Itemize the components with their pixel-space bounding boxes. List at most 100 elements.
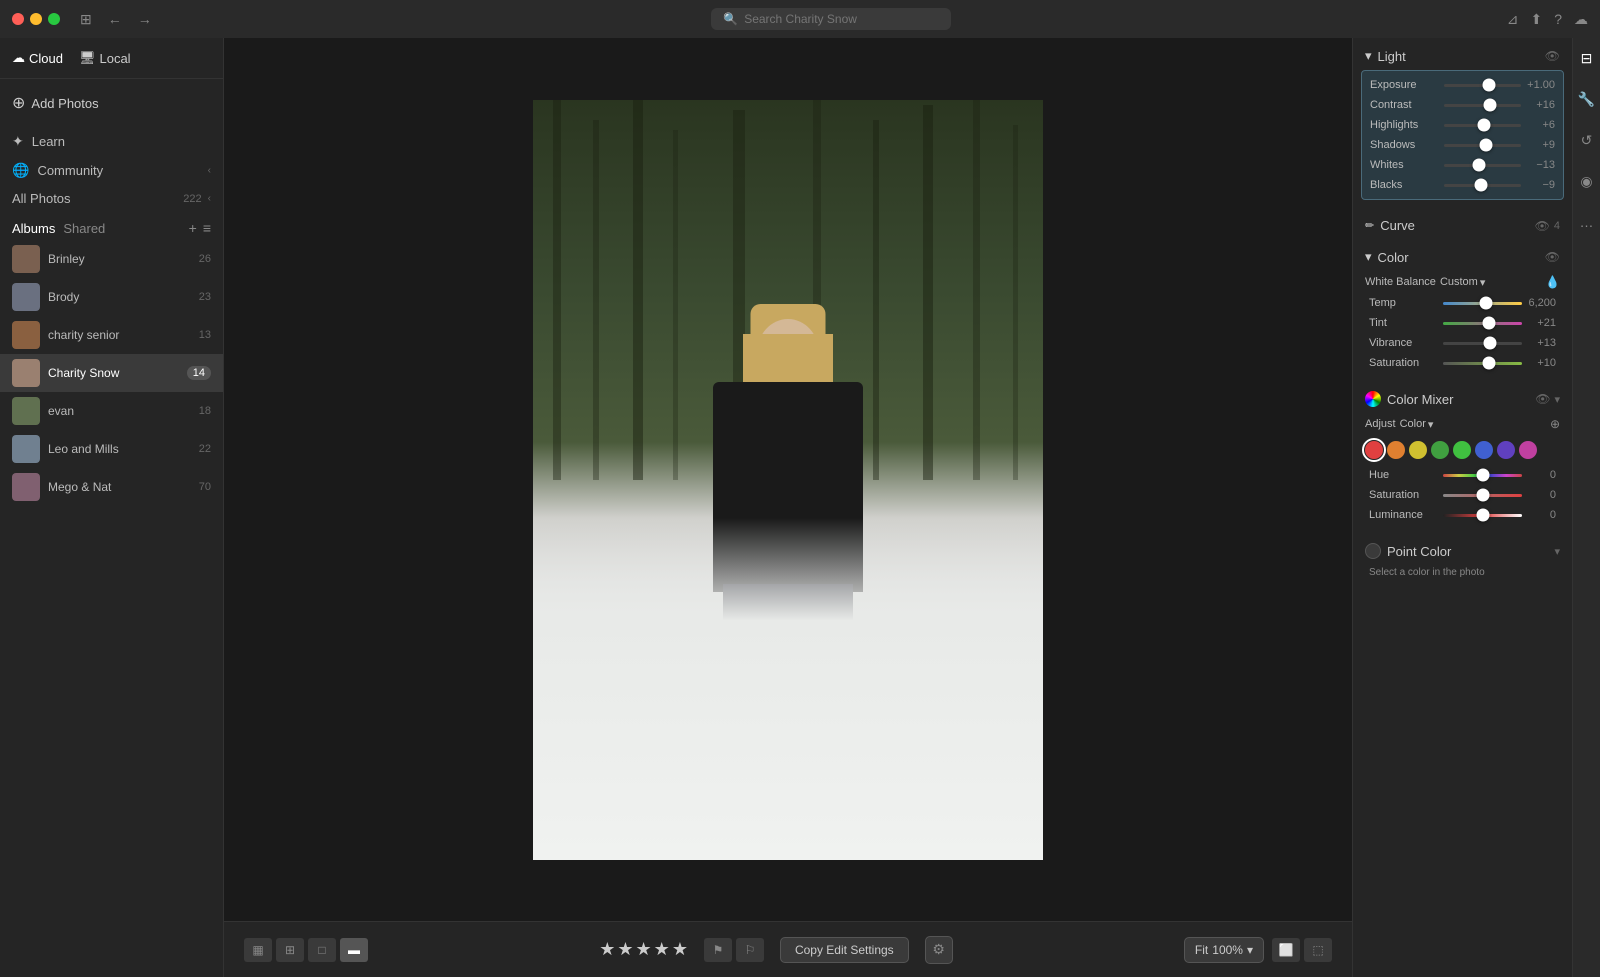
color-visibility-icon[interactable]: 👁 [1545,250,1560,264]
sidebar-toggle[interactable]: ⊞ [76,9,96,30]
temp-thumb[interactable] [1480,297,1493,310]
color-mixer-expand-icon[interactable]: ▾ [1554,393,1560,406]
back-button[interactable]: ← [104,9,126,30]
sidebar-item-community[interactable]: 🌐 Community ‹ [0,156,223,185]
sidebar-tab-cloud[interactable]: ☁ Cloud [12,46,63,70]
whites-slider[interactable] [1444,164,1521,167]
settings-button[interactable]: ⚙ [925,936,953,964]
vibrance-slider[interactable] [1443,342,1522,345]
forward-button[interactable]: → [134,9,156,30]
blacks-slider[interactable] [1444,184,1521,187]
panel-icon-info[interactable]: ◉ [1576,169,1596,194]
copy-edit-button[interactable]: Copy Edit Settings [780,937,909,963]
tint-slider[interactable] [1443,322,1522,325]
shadows-thumb[interactable] [1480,139,1493,152]
adjust-value-dropdown[interactable]: Color ▾ [1400,418,1434,431]
color-dot-orange[interactable] [1387,441,1405,459]
help-icon[interactable]: ? [1554,11,1562,27]
album-item-mego-nat[interactable]: Mego & Nat 70 [0,468,223,506]
blacks-thumb[interactable] [1474,179,1487,192]
vibrance-thumb[interactable] [1484,337,1497,350]
view-grid-small[interactable]: ▦ [244,938,272,962]
panel-icon-sliders[interactable]: ⊟ [1577,46,1597,71]
hue-slider[interactable] [1443,474,1522,477]
photo-viewer[interactable] [224,38,1352,921]
star-5[interactable]: ★ [672,939,688,960]
flag-button[interactable]: ⚑ [704,938,732,962]
luminance-thumb[interactable] [1476,509,1489,522]
all-photos-row[interactable]: All Photos 222 ‹ [0,185,223,212]
add-photos-button[interactable]: ⊕ Add Photos [12,87,211,119]
search-input[interactable] [744,12,924,26]
hue-thumb[interactable] [1476,469,1489,482]
star-rating[interactable]: ★ ★ ★ ★ ★ [599,939,688,960]
view-grid-medium[interactable]: ⊞ [276,938,304,962]
color-mixer-target-icon[interactable]: ⊕ [1550,417,1560,431]
album-item-evan[interactable]: evan 18 [0,392,223,430]
color-dot-yellow[interactable] [1409,441,1427,459]
light-label: Light [1378,49,1406,64]
sidebar-item-learn[interactable]: ✦ Learn [0,127,223,156]
color-dot-blue[interactable] [1475,441,1493,459]
view-single[interactable]: ▬ [340,938,368,962]
white-balance-row: White Balance Custom ▾ 💧 [1361,271,1564,293]
cloud-icon[interactable]: ☁ [1574,11,1588,28]
luminance-slider[interactable] [1443,514,1522,517]
export-button-1[interactable]: ⬜ [1272,938,1300,962]
star-2[interactable]: ★ [617,939,633,960]
shadows-slider[interactable] [1444,144,1521,147]
color-dot-green-dark[interactable] [1431,441,1449,459]
panel-icon-more[interactable]: … [1576,210,1598,234]
close-button[interactable] [12,13,24,25]
curve-visibility-icon[interactable]: 👁 [1535,219,1550,233]
fit-button[interactable]: Fit 100% ▾ [1184,937,1264,963]
wb-value[interactable]: Custom ▾ [1440,276,1541,289]
sidebar-tab-local[interactable]: 🖥 Local [79,46,131,70]
exposure-slider[interactable] [1444,84,1521,87]
star-4[interactable]: ★ [654,939,670,960]
share-icon[interactable]: ⬆ [1530,11,1542,28]
color-mixer-visibility-icon[interactable]: 👁 [1535,392,1550,406]
contrast-slider[interactable] [1444,104,1521,107]
highlights-thumb[interactable] [1478,119,1491,132]
temp-slider[interactable] [1443,302,1522,305]
minimize-button[interactable] [30,13,42,25]
saturation-slider[interactable] [1443,362,1522,365]
color-dot-red[interactable] [1365,441,1383,459]
albums-tab[interactable]: Albums [12,221,55,236]
exposure-thumb[interactable] [1482,79,1495,92]
album-item-leo-mills[interactable]: Leo and Mills 22 [0,430,223,468]
album-item-brinley[interactable]: Brinley 26 [0,240,223,278]
point-color-expand-icon[interactable]: ▾ [1554,545,1560,558]
maximize-button[interactable] [48,13,60,25]
highlights-slider[interactable] [1444,124,1521,127]
panel-icon-history[interactable]: ↺ [1577,128,1597,153]
sort-albums-icon[interactable]: ≡ [203,220,211,236]
mixer-saturation-slider[interactable] [1443,494,1522,497]
filter-icon[interactable]: ⊿ [1507,11,1519,28]
whites-thumb[interactable] [1472,159,1485,172]
album-item-charity-snow[interactable]: Charity Snow 14 [0,354,223,392]
tint-value: +21 [1526,317,1556,329]
color-dot-magenta[interactable] [1519,441,1537,459]
album-item-brody[interactable]: Brody 23 [0,278,223,316]
star-1[interactable]: ★ [599,939,615,960]
panel-icon-presets[interactable]: 🔧 [1574,87,1599,112]
saturation-thumb[interactable] [1482,357,1495,370]
curve-expand-icon[interactable]: 4 [1554,220,1560,232]
add-album-icon[interactable]: + [189,220,197,236]
shared-tab[interactable]: Shared [63,221,105,236]
light-visibility-icon[interactable]: 👁 [1545,49,1560,63]
contrast-thumb[interactable] [1484,99,1497,112]
adjust-value-label: Color [1400,418,1426,430]
color-dot-purple[interactable] [1497,441,1515,459]
wb-dropper-icon[interactable]: 💧 [1545,275,1560,289]
tint-thumb[interactable] [1482,317,1495,330]
view-grid-large[interactable]: □ [308,938,336,962]
reject-button[interactable]: ⚐ [736,938,764,962]
album-item-charity-senior[interactable]: charity senior 13 [0,316,223,354]
color-dot-green[interactable] [1453,441,1471,459]
export-button-2[interactable]: ⬚ [1304,938,1332,962]
star-3[interactable]: ★ [636,939,652,960]
mixer-saturation-thumb[interactable] [1476,489,1489,502]
